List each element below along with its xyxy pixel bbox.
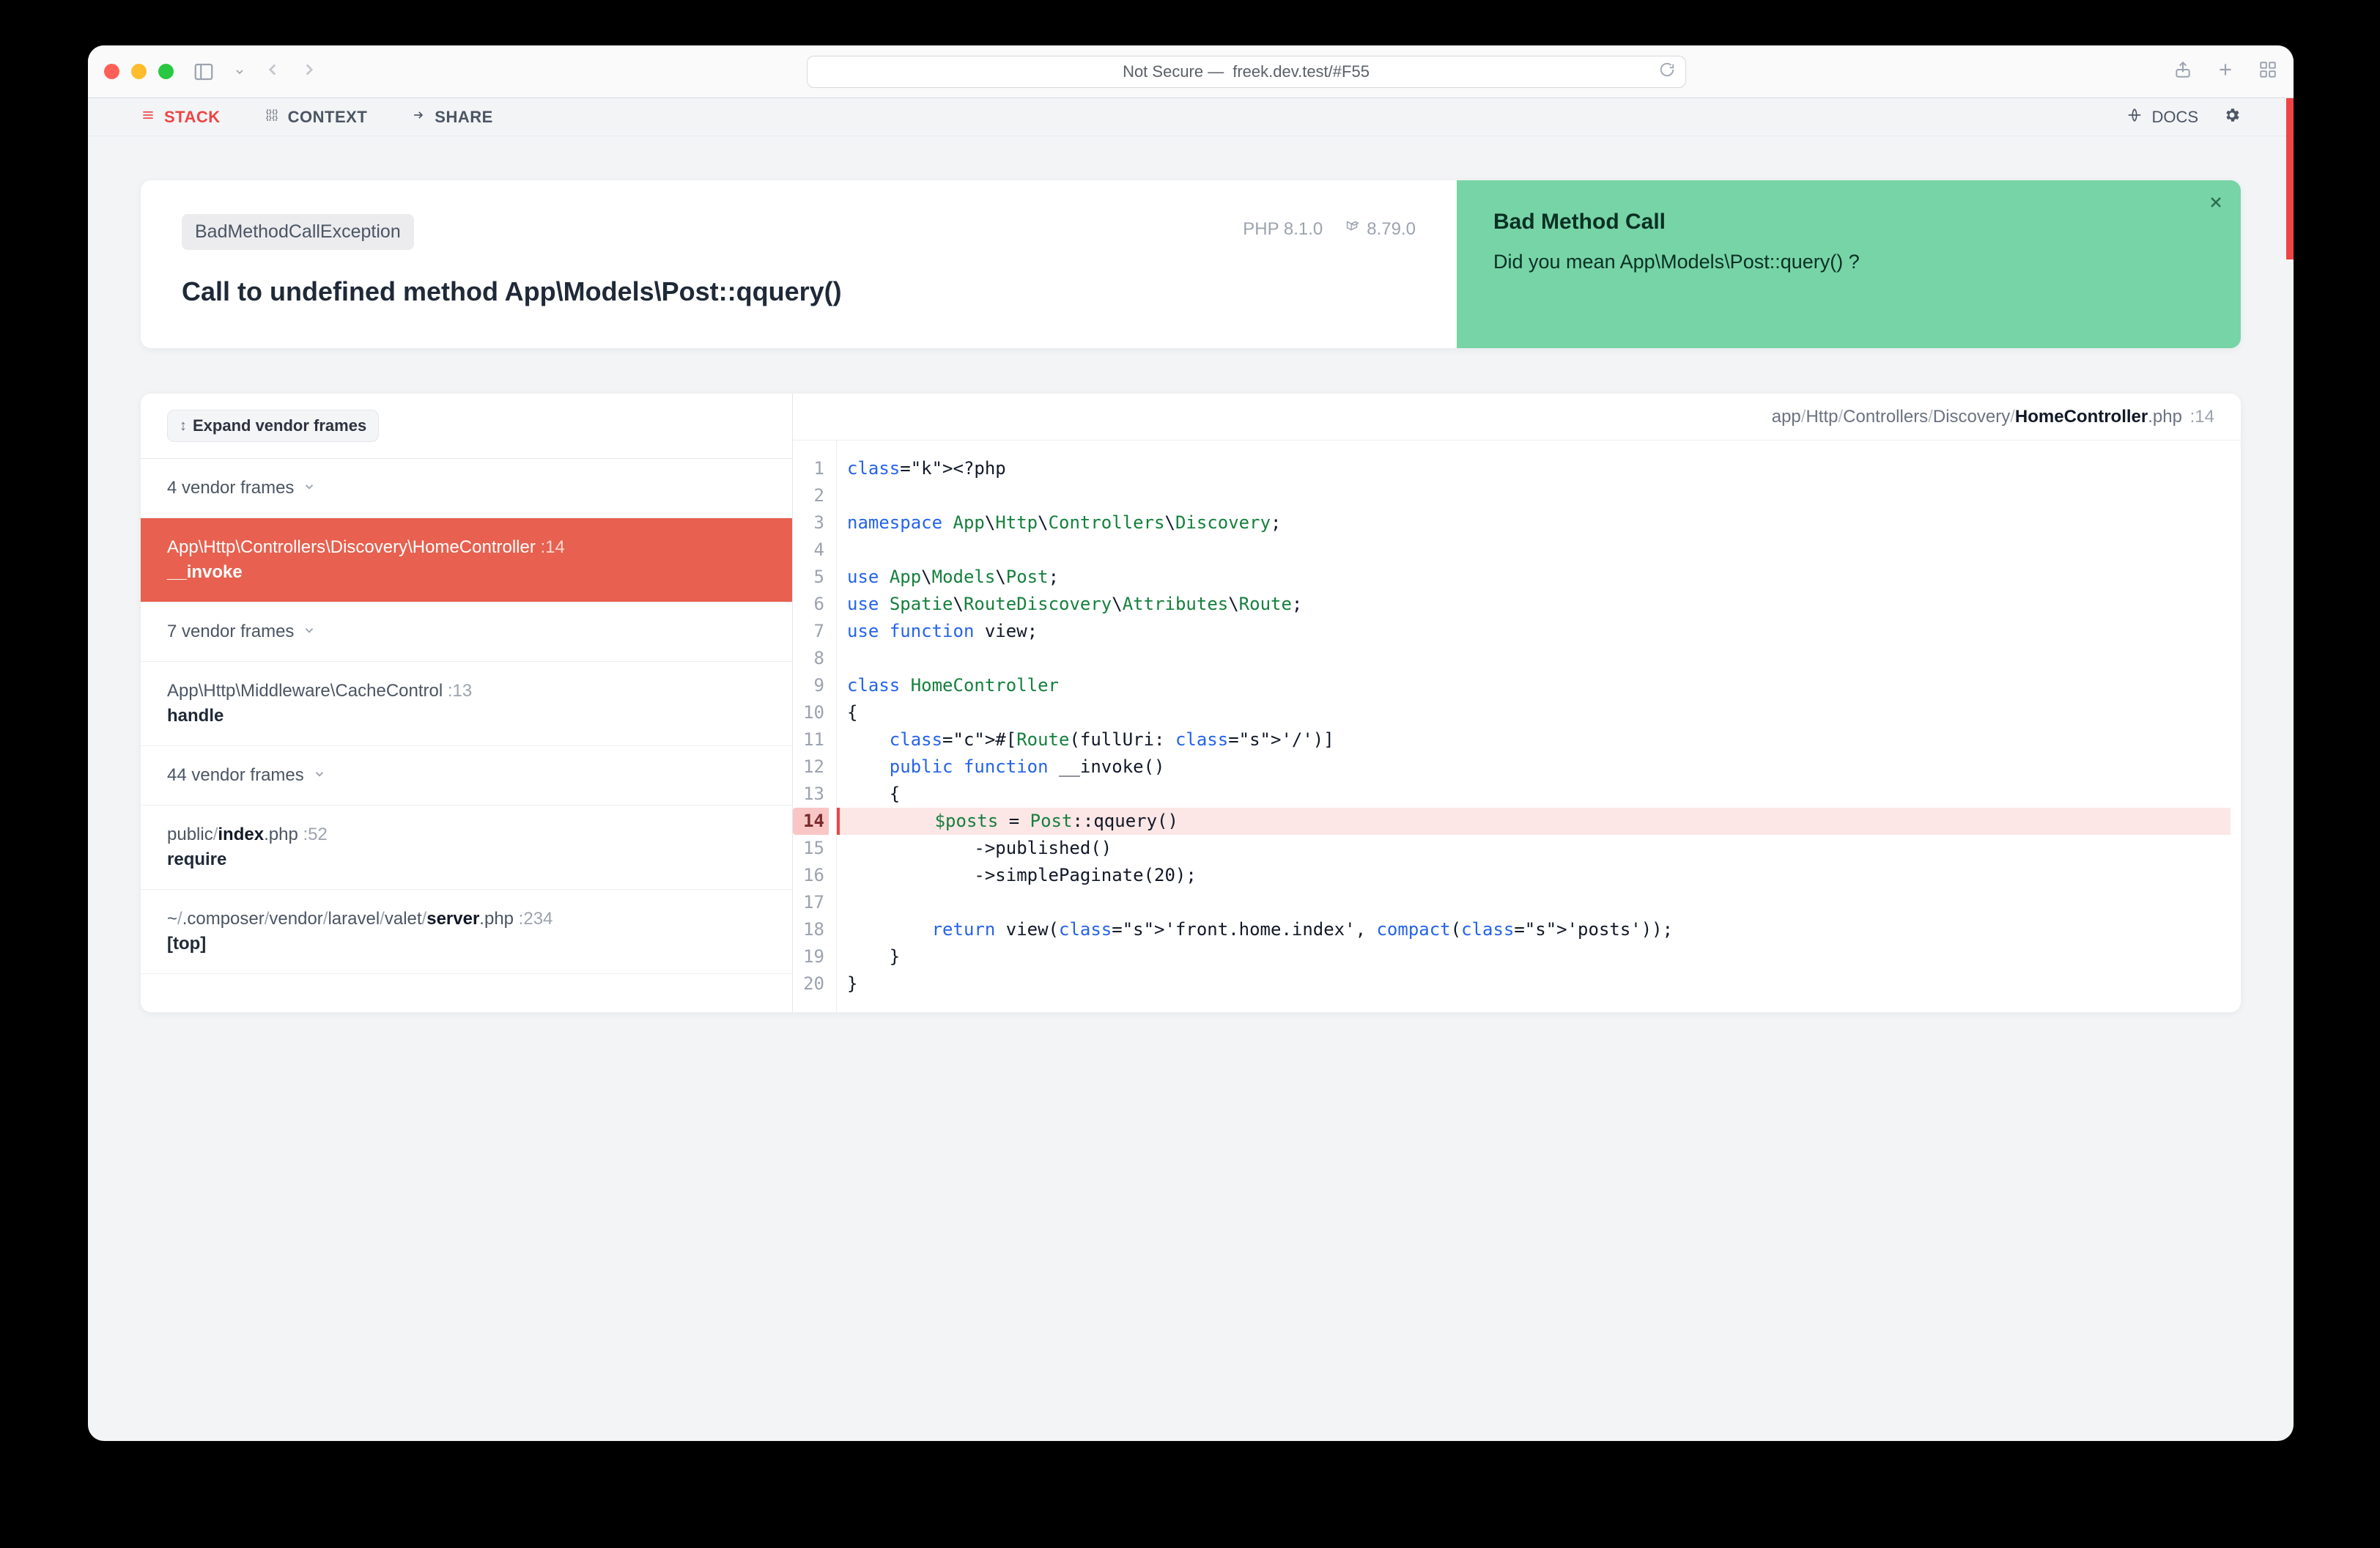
code-line — [847, 482, 2231, 509]
nav-context[interactable]: CONTEXT — [265, 108, 368, 127]
code-line: class="k"><?php — [847, 455, 2231, 482]
minimize-window-button[interactable] — [131, 64, 147, 79]
stack-icon — [141, 108, 155, 127]
laravel-version: 8.79.0 — [1345, 218, 1416, 240]
new-tab-button[interactable] — [2216, 60, 2235, 83]
address-prefix: Not Secure — — [1123, 62, 1224, 81]
expand-vendor-frames-button[interactable]: ↕ Expand vendor frames — [167, 410, 379, 442]
gear-icon — [2223, 109, 2241, 128]
code-line: public function __invoke() — [847, 753, 2231, 781]
exception-class: BadMethodCallException — [182, 214, 414, 250]
share-arrow-icon — [411, 108, 426, 127]
nav-share[interactable]: SHARE — [411, 108, 493, 127]
vendor-frames-group[interactable]: 4 vendor frames — [141, 459, 792, 518]
address-bar[interactable]: Not Secure — freek.dev.test/#F55 — [807, 56, 1686, 88]
ignition-top-nav: STACK CONTEXT SHARE DOCS — [88, 98, 2294, 136]
settings-button[interactable] — [2223, 106, 2241, 128]
error-header-card: BadMethodCallException PHP 8.1.0 8.79.0 … — [141, 180, 2241, 348]
code-line: use App\Models\Post; — [847, 564, 2231, 591]
title-bar: Not Secure — freek.dev.test/#F55 — [88, 45, 2294, 98]
stack-frame[interactable]: App\Http\Middleware\CacheControl :13hand… — [141, 662, 792, 746]
window-controls — [104, 64, 174, 79]
browser-window: Not Secure — freek.dev.test/#F55 STACK — [88, 45, 2294, 1441]
nav-stack[interactable]: STACK — [141, 108, 221, 127]
expand-collapse-icon: ↕ — [180, 418, 185, 435]
error-indicator-bar — [2286, 98, 2294, 259]
code-line: use function view; — [847, 618, 2231, 645]
code-line: { — [847, 781, 2231, 808]
chevron-down-icon — [303, 478, 316, 498]
code-file-path: app/Http/Controllers/Discovery/HomeContr… — [1772, 407, 2214, 427]
maximize-window-button[interactable] — [158, 64, 174, 79]
code-line: } — [847, 943, 2231, 970]
close-window-button[interactable] — [104, 64, 119, 79]
vendor-frames-group[interactable]: 7 vendor frames — [141, 602, 792, 662]
close-solution-button[interactable] — [2207, 194, 2225, 215]
error-message: Call to undefined method App\Models\Post… — [182, 276, 1416, 307]
address-text: freek.dev.test/#F55 — [1232, 62, 1370, 81]
context-icon — [265, 108, 279, 127]
close-icon — [2207, 202, 2225, 214]
tab-group-menu-button[interactable] — [234, 66, 245, 78]
php-version: PHP 8.1.0 — [1243, 219, 1323, 240]
code-pane: app/Http/Controllers/Discovery/HomeContr… — [793, 394, 2241, 1012]
code-line — [847, 645, 2231, 672]
nav-docs[interactable]: DOCS — [2126, 107, 2198, 128]
stack-trace-panel: ↕ Expand vendor frames 4 vendor frames A… — [141, 394, 2241, 1012]
sidebar-toggle-button[interactable] — [193, 61, 215, 83]
back-button[interactable] — [263, 60, 282, 83]
code-line: ->published() — [847, 835, 2231, 862]
line-number-gutter: 1234567891011121314151617181920 — [793, 441, 837, 1012]
code-line: return view(class="s">'front.home.index'… — [847, 916, 2231, 943]
docs-icon — [2126, 107, 2143, 128]
code-line: $posts = Post::qquery() — [837, 808, 2231, 835]
address-bar-container: Not Secure — freek.dev.test/#F55 — [319, 56, 2173, 88]
laravel-icon — [1345, 218, 1361, 240]
solution-title: Bad Method Call — [1493, 210, 2204, 235]
vendor-frames-group[interactable]: 44 vendor frames — [141, 746, 792, 806]
stack-frames-list: ↕ Expand vendor frames 4 vendor frames A… — [141, 394, 793, 1012]
share-button[interactable] — [2173, 60, 2192, 83]
chevron-down-icon — [303, 622, 316, 642]
code-line: ->simplePaginate(20); — [847, 862, 2231, 889]
solution-panel: Bad Method Call Did you mean App\Models\… — [1457, 180, 2241, 348]
code-line: { — [847, 699, 2231, 726]
solution-body: Did you mean App\Models\Post::query() ? — [1493, 251, 2204, 273]
code-line: namespace App\Http\Controllers\Discovery… — [847, 509, 2231, 537]
code-line: class="c">#[Route(fullUri: class="s">'/'… — [847, 726, 2231, 753]
stack-frame[interactable]: App\Http\Controllers\Discovery\HomeContr… — [141, 518, 792, 602]
code-line: class HomeController — [847, 672, 2231, 699]
nav-context-label: CONTEXT — [288, 108, 368, 127]
source-code: class="k"><?php namespace App\Http\Contr… — [837, 441, 2241, 1012]
nav-docs-label: DOCS — [2151, 108, 2198, 127]
code-line — [847, 889, 2231, 916]
nav-share-label: SHARE — [435, 108, 493, 127]
forward-button[interactable] — [300, 60, 319, 83]
stack-frame[interactable]: ~/.composer/vendor/laravel/valet/server.… — [141, 890, 792, 974]
code-line: } — [847, 970, 2231, 998]
tab-overview-button[interactable] — [2258, 60, 2277, 83]
code-line — [847, 537, 2231, 564]
nav-stack-label: STACK — [164, 108, 221, 127]
code-line: use Spatie\RouteDiscovery\Attributes\Rou… — [847, 591, 2231, 618]
stack-frame[interactable]: public/index.php :52require — [141, 806, 792, 890]
reload-button[interactable] — [1659, 62, 1675, 82]
chevron-down-icon — [313, 765, 326, 786]
laravel-version-text: 8.79.0 — [1367, 219, 1416, 240]
expand-vendor-frames-label: Expand vendor frames — [193, 416, 366, 435]
